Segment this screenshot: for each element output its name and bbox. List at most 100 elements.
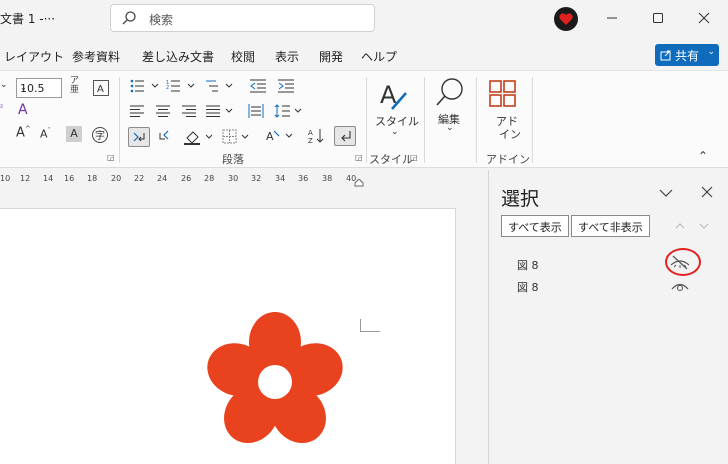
maximize-button[interactable] [638, 4, 678, 32]
close-button[interactable] [684, 4, 724, 32]
left-to-right-button[interactable] [128, 127, 150, 147]
word-window: 文書 1 -··· 検索 レイアウト 参考資料 差し込み文書 校閲 表示 開発 … [0, 0, 728, 464]
tab-layout[interactable]: レイアウト [4, 48, 64, 65]
align-left-icon[interactable] [130, 105, 144, 117]
ruler-tick: 38 [322, 174, 333, 183]
increase-indent-icon[interactable] [278, 79, 294, 93]
ruler-tick: 24 [157, 174, 168, 183]
borders-icon[interactable] [222, 129, 252, 145]
paragraph-dialog-launcher-icon[interactable]: ◲ [355, 153, 363, 162]
divider [424, 77, 425, 163]
ruler-tick: 30 [228, 174, 239, 183]
character-shading-icon[interactable]: A [66, 126, 82, 142]
minimize-button[interactable] [592, 4, 632, 32]
shrink-font-icon[interactable]: Aˇ [40, 127, 51, 141]
styles-icon[interactable]: A [378, 79, 408, 111]
ruler-tick: 16 [64, 174, 75, 183]
bullets-icon[interactable] [130, 79, 162, 93]
document-title: 文書 1 -··· [0, 12, 56, 26]
minimize-icon [607, 17, 617, 19]
add-ins-label-line2: イン [499, 128, 521, 141]
share-icon [660, 50, 671, 61]
superscript-icon[interactable]: ² [0, 103, 3, 112]
tab-help[interactable]: ヘルプ [361, 48, 397, 65]
enclose-characters-icon[interactable]: A [92, 79, 110, 97]
ruler-tick: 32 [251, 174, 262, 183]
show-all-button[interactable]: すべて表示 [501, 215, 569, 237]
send-backward-icon[interactable] [699, 222, 709, 230]
ruler-tick: 36 [298, 174, 309, 183]
right-indent-marker-icon[interactable] [354, 179, 364, 187]
group-label-style: スタイル [369, 153, 413, 166]
chevron-down-icon[interactable]: ⌄ [391, 127, 399, 137]
maximize-icon [653, 13, 663, 23]
paragraph-mark-icon [341, 131, 351, 142]
chevron-down-icon[interactable]: ⌄ [446, 123, 454, 133]
grow-font-icon[interactable]: A^ [16, 125, 31, 140]
style-dialog-launcher-icon[interactable]: ◲ [410, 153, 418, 162]
svg-text:2: 2 [166, 85, 169, 91]
divider [532, 77, 533, 163]
highlight-circle [665, 248, 701, 276]
svg-text:A: A [266, 130, 274, 143]
numbering-icon[interactable]: 1 2 [166, 79, 198, 93]
group-label-addin: アドイン [486, 153, 530, 166]
chevron-down-icon[interactable]: ⌄ [0, 80, 8, 90]
divider [119, 77, 120, 163]
selection-item[interactable]: 図 8 [517, 257, 539, 273]
selection-item[interactable]: 図 8 [517, 279, 539, 295]
svg-text:字: 字 [95, 129, 105, 142]
search-box[interactable]: 検索 [110, 4, 375, 32]
flower-picture[interactable] [200, 310, 350, 460]
ruler-tick: 10 [0, 174, 11, 183]
multilevel-list-icon[interactable] [204, 79, 236, 93]
horizontal-ruler[interactable]: 10 12 14 16 18 20 22 24 26 28 30 32 34 3… [0, 170, 488, 188]
pane-title: 選択 [501, 188, 540, 210]
divider [476, 77, 477, 163]
ruler-tick: 14 [43, 174, 54, 183]
ruler-tick: 22 [134, 174, 145, 183]
show-formatting-button[interactable] [334, 126, 356, 146]
hide-all-button[interactable]: すべて非表示 [571, 215, 650, 237]
font-dialog-launcher-icon[interactable]: ◲ [107, 153, 115, 162]
font-size-select[interactable]: 10.5 ⌄ [16, 78, 62, 98]
search-icon [122, 11, 136, 25]
share-button[interactable]: 共有 ⌄ [655, 44, 719, 66]
group-label-paragraph: 段落 [222, 153, 244, 166]
ruler-tick: 18 [87, 174, 98, 183]
search-placeholder: 検索 [149, 13, 174, 27]
chevron-down-icon: ⌄ [707, 47, 715, 57]
enclose-symbol-icon[interactable]: 字 [91, 126, 109, 144]
bring-forward-icon[interactable] [675, 222, 685, 230]
asian-layout-icon[interactable]: A [266, 128, 296, 144]
decrease-indent-icon[interactable] [250, 79, 266, 93]
tab-developer[interactable]: 開発 [319, 48, 343, 65]
tab-review[interactable]: 校閲 [231, 48, 255, 65]
ruler-tick: 12 [20, 174, 31, 183]
distributed-align-icon[interactable] [248, 104, 264, 118]
avatar[interactable] [553, 6, 579, 32]
tab-view[interactable]: 表示 [275, 48, 299, 65]
svg-text:A: A [308, 129, 313, 137]
tab-references[interactable]: 参考資料 [72, 48, 120, 65]
add-ins-icon[interactable] [488, 79, 518, 109]
text-effects-icon[interactable]: A [18, 102, 28, 118]
sort-icon[interactable]: A Z [308, 128, 326, 144]
phonetic-guide-icon[interactable]: ア亜 [70, 77, 79, 95]
share-label: 共有 [675, 49, 700, 63]
chevron-down-icon[interactable] [659, 188, 673, 198]
eye-visible-icon[interactable] [669, 278, 691, 292]
chevron-down-icon: ⌄ [20, 83, 27, 92]
ribbon: ⌄ 10.5 ⌄ ア亜 A ² A A^ Aˇ A 字 1 2 A A Z 段落… [0, 70, 728, 168]
close-icon[interactable] [701, 186, 713, 198]
line-spacing-icon[interactable] [274, 104, 304, 118]
shading-icon[interactable] [184, 129, 216, 145]
margin-corner-mark [360, 319, 380, 332]
align-center-icon[interactable] [156, 105, 170, 117]
right-to-left-icon[interactable] [158, 129, 174, 143]
tab-mailings[interactable]: 差し込み文書 [142, 48, 214, 65]
find-icon[interactable] [435, 77, 465, 109]
justify-icon[interactable] [206, 105, 236, 117]
collapse-ribbon-icon[interactable]: ⌃ [698, 149, 708, 163]
align-right-icon[interactable] [182, 105, 196, 117]
